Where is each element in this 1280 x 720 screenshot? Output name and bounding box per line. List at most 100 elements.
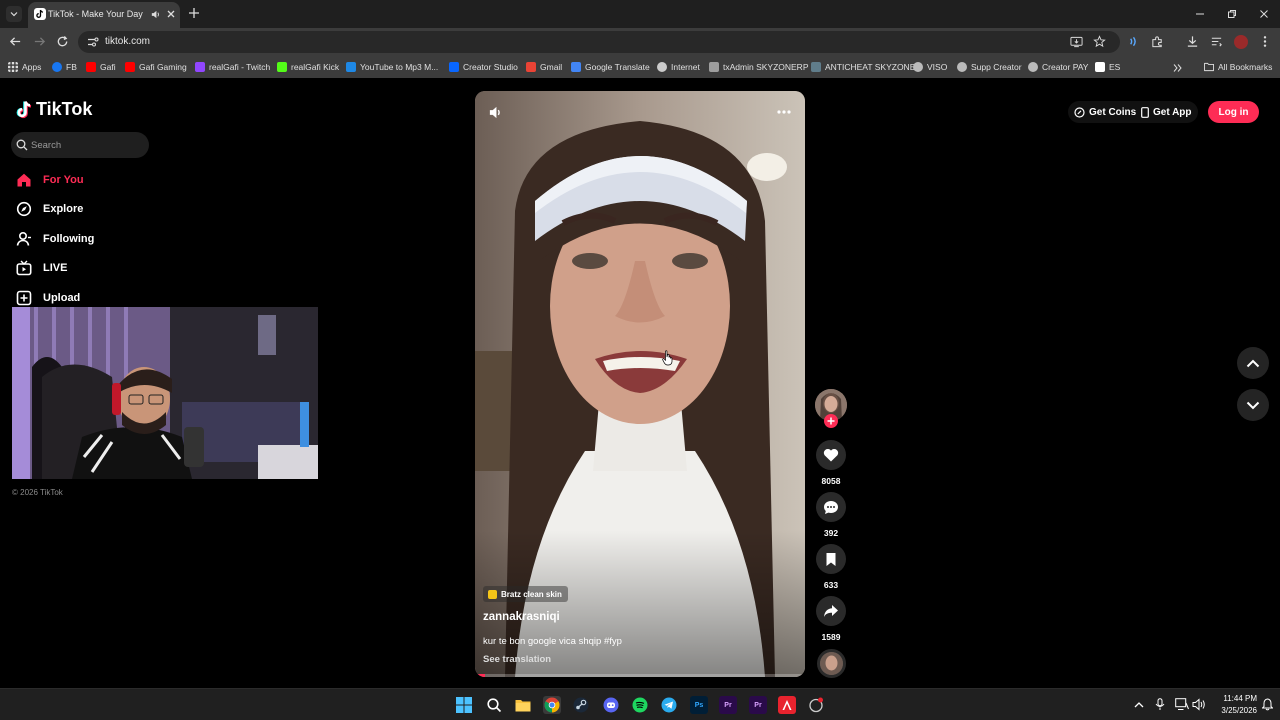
steam-taskbar-button[interactable] <box>572 696 590 714</box>
media-control-icon[interactable] <box>1127 35 1140 48</box>
telegram-taskbar-button[interactable] <box>660 696 678 714</box>
double-chevron-right-icon[interactable] <box>1173 62 1182 74</box>
folder-icon <box>1204 62 1214 72</box>
extensions-puzzle-icon[interactable] <box>1151 35 1164 48</box>
discord-taskbar-button[interactable] <box>602 696 620 714</box>
minimize-button[interactable] <box>1184 0 1216 28</box>
previous-video-button[interactable] <box>1237 347 1269 379</box>
nav-item-explore[interactable]: Explore <box>16 199 83 219</box>
effect-tag[interactable]: Bratz clean skin <box>483 586 568 602</box>
reload-icon[interactable] <box>56 35 69 48</box>
url-text: tiktok.com <box>105 36 151 47</box>
site-info-icon[interactable] <box>87 36 99 48</box>
file-explorer-button[interactable] <box>514 696 532 714</box>
bookmark-viso[interactable]: VISO <box>913 61 947 73</box>
bookmark-gafi-gaming[interactable]: Gafi Gaming <box>125 61 187 73</box>
speaker-icon[interactable] <box>150 9 161 20</box>
premiere-taskbar-button[interactable]: Pr <box>719 696 737 714</box>
bookmark-apps[interactable]: Apps <box>8 61 41 73</box>
speaker-icon[interactable] <box>1192 698 1206 711</box>
more-options-icon[interactable] <box>777 110 791 114</box>
all-bookmarks-label: All Bookmarks <box>1218 62 1273 72</box>
network-icon[interactable] <box>1175 698 1189 711</box>
es-icon <box>1095 62 1105 72</box>
start-button[interactable] <box>455 696 473 714</box>
nav-item-upload[interactable]: Upload <box>16 288 80 308</box>
video-progress-bar[interactable] <box>475 674 805 677</box>
chevron-up-icon <box>1246 359 1260 367</box>
nav-item-live[interactable]: LIVE <box>16 258 67 278</box>
get-app-button[interactable]: Get App <box>1139 101 1198 123</box>
home-icon <box>16 172 32 188</box>
volume-icon[interactable] <box>488 105 503 120</box>
bookmark-internet[interactable]: Internet <box>657 61 700 73</box>
comment-button[interactable] <box>816 492 846 522</box>
follow-button[interactable] <box>824 414 838 428</box>
photoshop-taskbar-button[interactable]: Ps <box>690 696 708 714</box>
bookmark-creator-studio[interactable]: Creator Studio <box>449 61 518 73</box>
close-window-button[interactable] <box>1248 0 1280 28</box>
bookmark-txadmin[interactable]: txAdmin SKYZONERP <box>709 61 809 73</box>
profile-avatar[interactable] <box>1234 35 1248 49</box>
next-video-button[interactable] <box>1237 389 1269 421</box>
new-tab-plus-icon[interactable] <box>188 7 200 19</box>
nav-item-following[interactable]: Following <box>16 229 94 249</box>
tab-search-list-icon[interactable] <box>1210 35 1223 48</box>
music-disc[interactable] <box>817 649 846 678</box>
tab-search-button[interactable] <box>6 6 22 22</box>
bookmarks-bar: Apps FB Gafi Gafi Gaming realGafi - Twit… <box>0 56 1280 78</box>
bookmark-es[interactable]: ES <box>1095 61 1120 73</box>
search-input[interactable] <box>31 136 143 154</box>
bookmark-creator-pay[interactable]: Creator PAY <box>1028 61 1088 73</box>
clock-date[interactable]: 3/25/2026 <box>1211 706 1257 715</box>
get-coins-label: Get Coins <box>1089 106 1137 118</box>
download-icon[interactable] <box>1186 35 1199 48</box>
bookmark-star-icon[interactable] <box>1093 35 1106 48</box>
microphone-icon[interactable] <box>1155 698 1165 711</box>
login-button[interactable]: Log in <box>1208 101 1259 123</box>
save-button[interactable] <box>816 544 846 574</box>
folder-icon <box>515 699 531 711</box>
restore-button[interactable] <box>1216 0 1248 28</box>
bookmark-label: Gafi <box>100 62 116 72</box>
address-bar[interactable]: tiktok.com <box>78 31 1120 53</box>
like-button[interactable] <box>816 440 846 470</box>
get-coins-button[interactable]: Get Coins <box>1068 101 1143 123</box>
back-arrow-icon[interactable] <box>9 35 22 48</box>
bookmark-anticheat[interactable]: ANTICHEAT SKYZONE <box>811 61 915 73</box>
bookmark-google-translate[interactable]: Google Translate <box>571 61 650 73</box>
bookmark-youtube-to-mp3[interactable]: YouTube to Mp3 M... <box>346 61 438 73</box>
taskbar-search-button[interactable] <box>485 696 503 714</box>
bookmark-realgafi-twitch[interactable]: realGafi - Twitch <box>195 61 270 73</box>
compass-icon <box>16 201 32 217</box>
bookmark-gmail[interactable]: Gmail <box>526 61 562 73</box>
search-box[interactable] <box>11 132 149 158</box>
bookmark-label: realGafi - Twitch <box>209 62 271 72</box>
nav-item-for-you[interactable]: For You <box>16 170 84 190</box>
see-translation-link[interactable]: See translation <box>483 654 551 665</box>
bookmark-label: Google Translate <box>585 62 650 72</box>
bookmark-fb[interactable]: FB <box>52 61 77 73</box>
bookmark-realgafi-kick[interactable]: realGafi Kick <box>277 61 339 73</box>
video-player[interactable]: Bratz clean skin zannakrasniqi kur te bo… <box>475 91 805 677</box>
bookmark-supp-creator[interactable]: Supp Creator <box>957 61 1022 73</box>
install-app-icon[interactable] <box>1070 36 1083 48</box>
bookmark-gafi[interactable]: Gafi <box>86 61 116 73</box>
chevron-up-icon[interactable] <box>1134 701 1144 708</box>
video-username[interactable]: zannakrasniqi <box>483 611 560 623</box>
tiktok-logo[interactable]: TikTok <box>16 98 92 120</box>
premiere-taskbar-button-2[interactable]: Pr <box>749 696 767 714</box>
kebab-menu-icon[interactable] <box>1259 35 1271 48</box>
browser-tab-tiktok[interactable]: TikTok - Make Your Day <box>28 2 180 28</box>
share-button[interactable] <box>816 596 846 626</box>
forward-arrow-icon[interactable] <box>33 35 46 48</box>
spotify-taskbar-button[interactable] <box>631 696 649 714</box>
close-icon[interactable] <box>166 9 176 19</box>
notification-bell-icon[interactable] <box>1262 698 1273 711</box>
app-taskbar-button[interactable] <box>807 696 825 714</box>
effect-tag-label: Bratz clean skin <box>501 589 562 599</box>
all-bookmarks-button[interactable]: All Bookmarks <box>1204 61 1272 73</box>
acrobat-taskbar-button[interactable] <box>778 696 796 714</box>
chrome-taskbar-button[interactable] <box>543 696 561 714</box>
clock-time[interactable]: 11:44 PM <box>1211 694 1257 703</box>
